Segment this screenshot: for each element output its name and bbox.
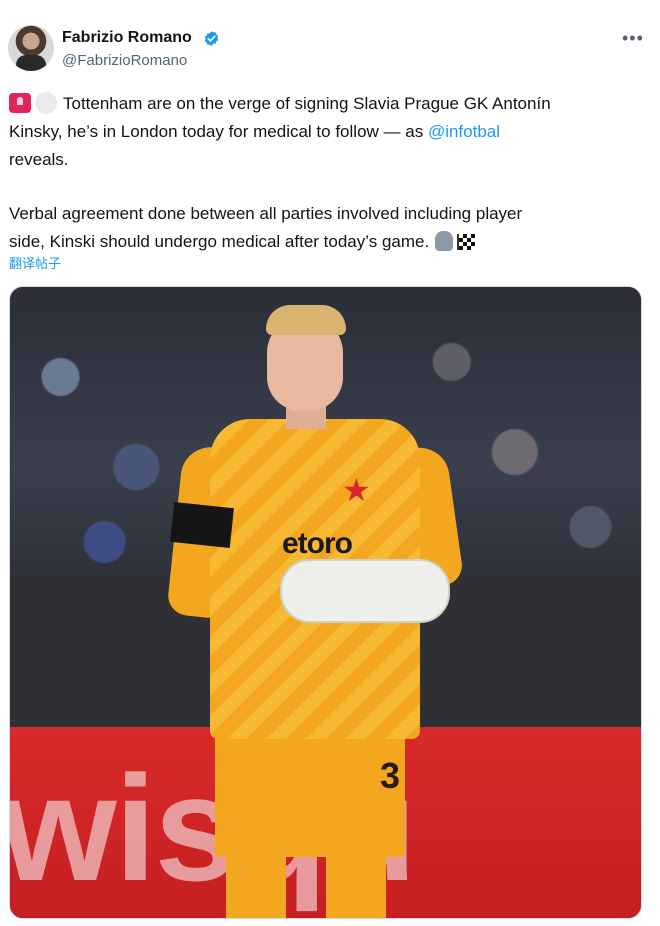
goalkeeper-gloves (280, 559, 450, 623)
shirt-number: 3 (380, 755, 401, 796)
player-right-leg (326, 857, 386, 918)
jersey-sponsor: etoro (282, 527, 353, 560)
tweet-card: Fabrizio Romano @FabrizioRomano ••• Tott… (0, 0, 660, 926)
verified-badge-icon (204, 31, 219, 46)
mention-link[interactable]: @infotbal (428, 122, 500, 141)
tweet-line-2-text: Kinsky, he’s in London today for medical… (9, 122, 428, 141)
glove-emoji-icon (435, 231, 454, 251)
player-shorts (215, 732, 405, 857)
checkered-flag-emoji-icon (457, 234, 476, 250)
avatar[interactable] (8, 25, 54, 71)
tweet-photo[interactable]: wisqu 3 ★ etoro (9, 286, 642, 919)
player-left-leg (226, 857, 286, 918)
tweet-line-1: Tottenham are on the verge of signing Sl… (9, 90, 649, 118)
more-options-icon[interactable]: ••• (622, 28, 644, 49)
author-handle[interactable]: @FabrizioRomano (62, 52, 187, 69)
tweet-line-5-text: side, Kinski should undergo medical afte… (9, 232, 430, 251)
tweet-line-1-text: Tottenham are on the verge of signing Sl… (63, 94, 551, 113)
translate-post-link[interactable]: 翻译帖子 (9, 253, 61, 272)
captain-armband (170, 501, 234, 549)
tweet-text: Tottenham are on the verge of signing Sl… (9, 90, 649, 256)
tweet-line-5: side, Kinski should undergo medical afte… (9, 228, 649, 256)
club-star-icon: ★ (342, 472, 371, 508)
tweet-line-4: Verbal agreement done between all partie… (9, 204, 523, 223)
siren-emoji-icon (9, 93, 31, 113)
tweet-line-2: Kinsky, he’s in London today for medical… (9, 118, 649, 146)
author-display-name[interactable]: Fabrizio Romano (62, 29, 192, 47)
white-circle-emoji-icon (35, 92, 57, 114)
tweet-line-3: reveals. (9, 150, 69, 169)
player-hair (266, 305, 346, 335)
avatar-shirt (16, 55, 46, 71)
